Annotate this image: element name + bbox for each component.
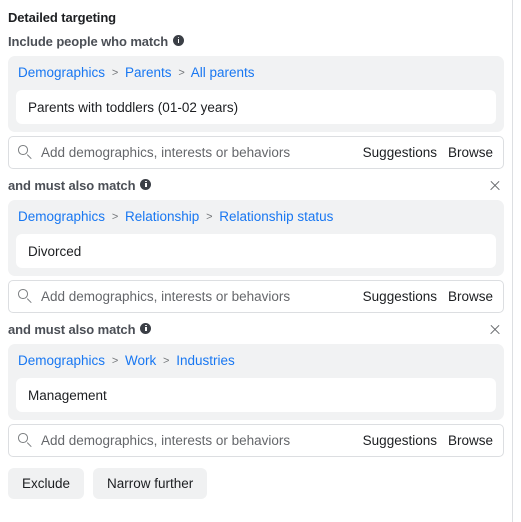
targeting-group-1: Demographics > Parents > All parents Par…: [8, 56, 504, 132]
include-people-who-match-row: Include people who match: [8, 32, 504, 50]
targeting-group-2: Demographics > Relationship > Relationsh…: [8, 200, 504, 276]
breadcrumb-item-leaf[interactable]: Relationship status: [219, 209, 333, 224]
suggestions-button[interactable]: Suggestions: [363, 289, 437, 304]
footer-buttons: Exclude Narrow further: [8, 468, 512, 499]
search-input[interactable]: Add demographics, interests or behaviors: [41, 145, 355, 160]
breadcrumb: Demographics > Work > Industries: [16, 351, 496, 373]
suggestions-button[interactable]: Suggestions: [363, 145, 437, 160]
breadcrumb-separator: >: [163, 355, 170, 367]
search-row-1[interactable]: Add demographics, interests or behaviors…: [8, 136, 504, 169]
breadcrumb-separator: >: [206, 211, 213, 223]
info-icon[interactable]: [140, 322, 152, 334]
breadcrumb-item-subcategory[interactable]: Parents: [125, 65, 172, 80]
exclude-button[interactable]: Exclude: [8, 468, 85, 499]
targeting-chip[interactable]: Management: [16, 378, 496, 412]
breadcrumb-item-category[interactable]: Demographics: [18, 209, 105, 224]
breadcrumb-item-subcategory[interactable]: Work: [125, 353, 156, 368]
page-title: Detailed targeting: [8, 10, 116, 25]
also-match-label-text: and must also match: [8, 321, 136, 337]
and-must-also-match-row-2: and must also match: [8, 176, 504, 194]
breadcrumb-separator: >: [111, 355, 119, 367]
browse-button[interactable]: Browse: [448, 289, 493, 304]
detailed-targeting-panel: Detailed targeting Include people who ma…: [0, 0, 513, 522]
narrow-further-button[interactable]: Narrow further: [93, 468, 208, 499]
breadcrumb-item-leaf[interactable]: All parents: [191, 65, 255, 80]
info-icon[interactable]: [140, 178, 152, 190]
close-icon[interactable]: [486, 320, 504, 338]
breadcrumb: Demographics > Parents > All parents: [16, 63, 496, 85]
targeting-group-3: Demographics > Work > Industries Managem…: [8, 344, 504, 420]
targeting-chip[interactable]: Divorced: [16, 234, 496, 268]
search-row-2[interactable]: Add demographics, interests or behaviors…: [8, 280, 504, 313]
search-input[interactable]: Add demographics, interests or behaviors: [41, 433, 355, 448]
breadcrumb-separator: >: [111, 211, 119, 223]
breadcrumb-separator: >: [178, 67, 185, 79]
info-icon[interactable]: [173, 34, 185, 46]
include-match-label-text: Include people who match: [8, 33, 169, 49]
search-input[interactable]: Add demographics, interests or behaviors: [41, 289, 355, 304]
search-row-3[interactable]: Add demographics, interests or behaviors…: [8, 424, 504, 457]
breadcrumb: Demographics > Relationship > Relationsh…: [16, 207, 496, 229]
breadcrumb-item-category[interactable]: Demographics: [18, 353, 105, 368]
search-icon: [18, 433, 33, 448]
breadcrumb-item-subcategory[interactable]: Relationship: [125, 209, 199, 224]
and-must-also-match-label: and must also match: [8, 177, 152, 193]
and-must-also-match-label: and must also match: [8, 321, 152, 337]
include-people-who-match-label: Include people who match: [8, 33, 185, 49]
close-icon[interactable]: [486, 176, 504, 194]
targeting-chip[interactable]: Parents with toddlers (01-02 years): [16, 90, 496, 124]
search-icon: [18, 289, 33, 304]
suggestions-button[interactable]: Suggestions: [363, 433, 437, 448]
breadcrumb-item-leaf[interactable]: Industries: [176, 353, 235, 368]
breadcrumb-separator: >: [111, 67, 119, 79]
and-must-also-match-row-3: and must also match: [8, 320, 504, 338]
also-match-label-text: and must also match: [8, 177, 136, 193]
breadcrumb-item-category[interactable]: Demographics: [18, 65, 105, 80]
search-icon: [18, 145, 33, 160]
browse-button[interactable]: Browse: [448, 145, 493, 160]
browse-button[interactable]: Browse: [448, 433, 493, 448]
